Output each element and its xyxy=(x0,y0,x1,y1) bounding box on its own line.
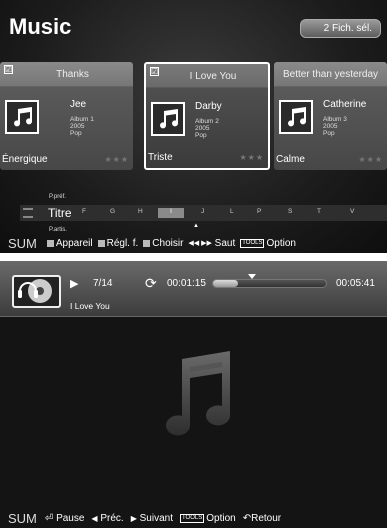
sum-label: SUM xyxy=(8,510,37,526)
caret-up-icon: ▲ xyxy=(193,223,199,229)
back-button[interactable]: Retour xyxy=(251,513,281,524)
next-button[interactable]: Suivant xyxy=(140,513,173,524)
sort-label: Titre xyxy=(48,206,72,220)
checkbox-icon[interactable]: ☑ xyxy=(150,67,159,76)
letter-index-item[interactable]: H xyxy=(138,208,143,215)
rating-stars[interactable]: ★★★ xyxy=(239,153,264,162)
music-note-icon xyxy=(166,351,231,436)
device-button[interactable]: Appareil xyxy=(56,238,93,249)
album-art xyxy=(151,102,185,136)
track-artist: Darby xyxy=(195,101,222,112)
checkbox-icon[interactable]: ☑ xyxy=(4,65,13,74)
letter-index-item[interactable]: L xyxy=(230,208,234,215)
track-meta: Album 2 2005 Pop xyxy=(195,118,219,139)
skip-icon: ◀◀ ▶▶ xyxy=(188,240,212,247)
music-note-icon xyxy=(14,107,33,127)
letter-index-item[interactable]: G xyxy=(110,208,115,215)
letter-index-item[interactable]: J xyxy=(201,208,204,215)
album-art xyxy=(279,100,313,134)
green-button-icon xyxy=(97,239,105,247)
pause-icon: ⏎ xyxy=(44,512,54,524)
back-icon: ↶ xyxy=(242,512,252,524)
sort-prev-option[interactable]: P.préf. xyxy=(49,194,66,200)
prev-button[interactable]: Préc. xyxy=(100,513,123,524)
rating-stars[interactable]: ★★★ xyxy=(104,155,129,164)
tools-icon: TOOLS xyxy=(180,513,205,523)
music-browser-screen: Music 2 Fich. sél. ☑ Thanks Jee Album 12… xyxy=(0,0,387,253)
yellow-button-icon xyxy=(143,239,151,247)
player-button-bar: SUM ⏎ Pause ◀ Préc. ▶ Suivant TOOLS Optio… xyxy=(0,508,387,528)
now-playing-title: I Love You xyxy=(70,301,110,311)
letter-index-item[interactable]: F xyxy=(82,208,86,215)
settings-button[interactable]: Régl. f. xyxy=(107,238,139,249)
track-artist: Catherine xyxy=(323,99,367,110)
progress-knob[interactable] xyxy=(247,274,256,279)
track-card-thanks[interactable]: ☑ Thanks Jee Album 1 2005 Pop Énergique ★★… xyxy=(0,62,133,170)
elapsed-time: 00:01:15 xyxy=(167,278,206,289)
track-card-i-love-you[interactable]: ☑ I Love You Darby Album 2 2005 Pop Triste… xyxy=(144,62,270,170)
music-player-screen: ▶ 7/14 ⟳ 00:01:15 00:05:41 I Love You SU… xyxy=(0,261,387,528)
track-number: 7/14 xyxy=(93,278,113,289)
track-mood: Calme xyxy=(276,154,305,165)
skip-button[interactable]: Saut xyxy=(215,238,236,249)
player-header: ▶ 7/14 ⟳ 00:01:15 00:05:41 I Love You xyxy=(0,261,387,317)
track-mood: Triste xyxy=(148,152,173,163)
music-note-icon xyxy=(160,109,179,129)
track-mood: Énergique xyxy=(2,154,48,165)
disc-icon xyxy=(12,275,61,308)
music-note-icon xyxy=(288,107,307,127)
track-artist: Jee xyxy=(70,99,87,110)
repeat-icon[interactable]: ⟳ xyxy=(145,275,157,292)
letter-index-item[interactable]: P xyxy=(257,208,261,215)
option-button[interactable]: Option xyxy=(206,513,235,524)
letter-index-item[interactable]: T xyxy=(317,208,321,215)
track-meta: Album 1 2005 Pop xyxy=(70,116,94,137)
progress-bar[interactable] xyxy=(212,274,327,288)
letter-index-item[interactable]: V xyxy=(350,208,354,215)
choose-button[interactable]: Choisir xyxy=(152,238,183,249)
letter-index-item[interactable]: S xyxy=(288,208,292,215)
sum-label: SUM xyxy=(8,235,37,251)
album-art xyxy=(5,100,39,134)
track-title: I Love You xyxy=(189,71,237,82)
pause-button[interactable]: Pause xyxy=(56,513,84,524)
browser-button-bar: SUM Appareil Régl. f. Choisir ◀◀ ▶▶ Saut… xyxy=(0,233,387,253)
letter-index-item[interactable]: I xyxy=(158,208,184,218)
selected-files-button[interactable]: 2 Fich. sél. xyxy=(300,19,381,38)
red-button-icon xyxy=(46,239,54,247)
tools-icon: TOOLS xyxy=(240,238,265,248)
rating-stars[interactable]: ★★★ xyxy=(358,155,383,164)
prev-icon: ◀ xyxy=(91,513,98,523)
track-meta: Album 3 2005 Pop xyxy=(323,116,347,137)
option-button[interactable]: Option xyxy=(266,238,295,249)
next-icon: ▶ xyxy=(130,513,137,523)
sort-bar[interactable]: Titre F G H I J L P S T V xyxy=(20,205,387,221)
page-title: Music xyxy=(9,14,72,39)
track-title: Better than yesterday xyxy=(282,69,379,80)
track-card-better-than-yesterday[interactable]: Better than yesterday Catherine Album 32… xyxy=(274,62,387,170)
track-title: Thanks xyxy=(56,69,89,80)
play-icon[interactable]: ▶ xyxy=(70,277,78,290)
list-icon xyxy=(23,208,33,218)
total-time: 00:05:41 xyxy=(336,278,375,289)
progress-fill xyxy=(213,280,238,287)
